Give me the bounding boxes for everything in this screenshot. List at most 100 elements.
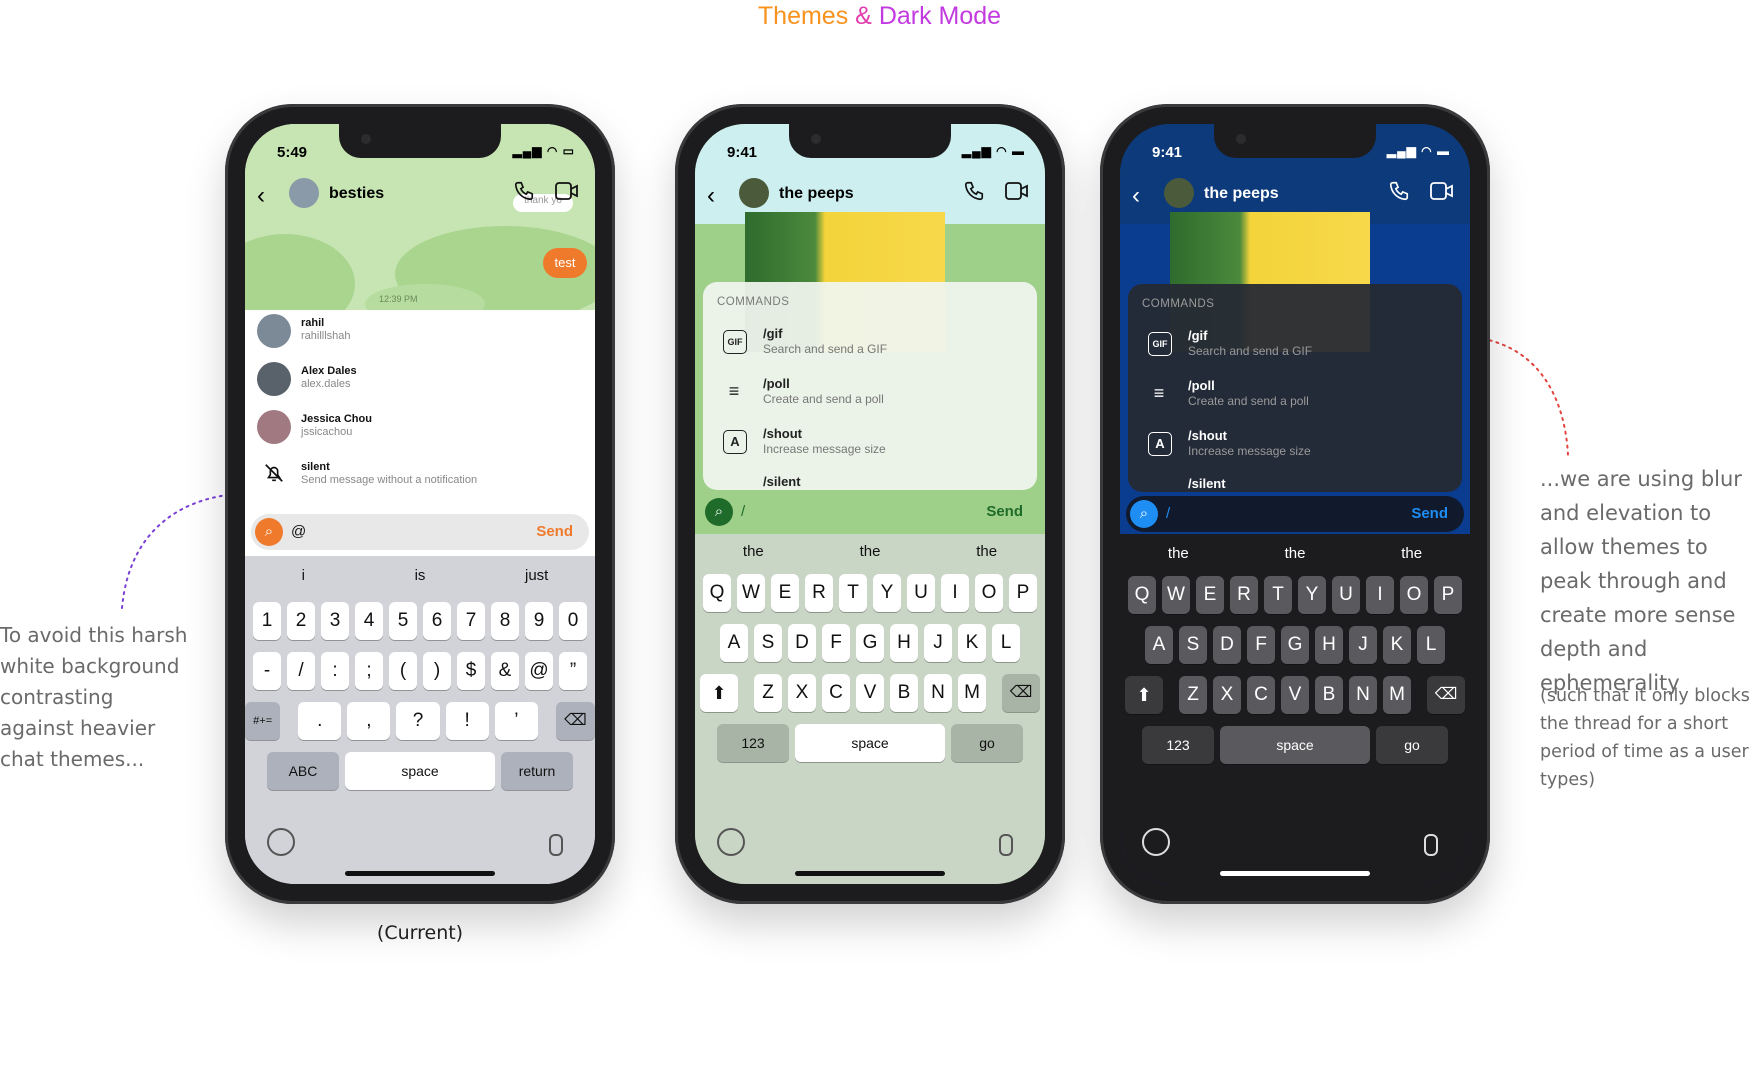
suggestion[interactable]: i <box>245 558 362 594</box>
group-avatar[interactable] <box>1164 178 1194 208</box>
send-button[interactable]: Send <box>986 503 1023 520</box>
key[interactable]: , <box>347 702 391 740</box>
key[interactable]: X <box>788 674 816 712</box>
command-shout[interactable]: A /shout Increase message size <box>717 422 1017 466</box>
key[interactable]: 5 <box>389 602 417 640</box>
key[interactable]: V <box>856 674 884 712</box>
key[interactable]: L <box>1417 626 1445 664</box>
message-bubble[interactable]: test <box>543 248 587 278</box>
key[interactable]: I <box>941 574 969 612</box>
key[interactable]: B <box>890 674 918 712</box>
delete-icon[interactable]: ⌫ <box>1427 676 1465 714</box>
group-avatar[interactable] <box>739 178 769 208</box>
numbers-key[interactable]: 123 <box>1142 726 1214 764</box>
chat-name[interactable]: the peeps <box>779 185 854 203</box>
key[interactable]: I <box>1366 576 1394 614</box>
microphone-icon[interactable] <box>999 834 1013 856</box>
key[interactable]: F <box>822 624 850 662</box>
input-text[interactable]: / <box>1166 505 1170 522</box>
shift-icon[interactable]: ⬆ <box>700 674 738 712</box>
video-icon[interactable] <box>1430 180 1454 202</box>
key[interactable]: 9 <box>525 602 553 640</box>
key[interactable]: A <box>720 624 748 662</box>
key[interactable]: C <box>1247 676 1275 714</box>
key[interactable]: L <box>992 624 1020 662</box>
key[interactable]: 8 <box>491 602 519 640</box>
command-poll[interactable]: ≡ /poll Create and send a poll <box>1142 374 1442 418</box>
group-avatar[interactable] <box>289 178 319 208</box>
key[interactable]: W <box>1162 576 1190 614</box>
mention-item[interactable]: rahil rahilllshah <box>257 310 587 356</box>
delete-icon[interactable]: ⌫ <box>555 702 595 740</box>
key[interactable]: D <box>788 624 816 662</box>
key[interactable]: M <box>1383 676 1411 714</box>
key[interactable]: G <box>856 624 884 662</box>
key[interactable]: ” <box>559 652 587 690</box>
key[interactable]: Y <box>873 574 901 612</box>
key[interactable]: O <box>975 574 1003 612</box>
key[interactable]: Z <box>1179 676 1207 714</box>
key[interactable]: 3 <box>321 602 349 640</box>
key[interactable]: G <box>1281 626 1309 664</box>
key[interactable]: R <box>1230 576 1258 614</box>
phone-icon[interactable] <box>963 180 985 202</box>
key[interactable]: Y <box>1298 576 1326 614</box>
key[interactable]: $ <box>457 652 485 690</box>
key[interactable]: C <box>822 674 850 712</box>
microphone-icon[interactable] <box>1424 834 1438 856</box>
key[interactable]: @ <box>525 652 553 690</box>
key[interactable]: B <box>1315 676 1343 714</box>
suggestion[interactable]: the <box>1120 536 1237 572</box>
command-silent[interactable]: /silent <box>1142 472 1442 492</box>
key[interactable]: N <box>924 674 952 712</box>
key[interactable]: P <box>1434 576 1462 614</box>
command-shout[interactable]: A /shout Increase message size <box>1142 424 1442 468</box>
return-key[interactable]: return <box>501 752 573 790</box>
key[interactable]: ! <box>445 702 489 740</box>
key[interactable]: E <box>1196 576 1224 614</box>
key[interactable]: Q <box>703 574 731 612</box>
key[interactable]: H <box>890 624 918 662</box>
key[interactable]: 6 <box>423 602 451 640</box>
suggestion[interactable]: is <box>362 558 479 594</box>
key[interactable]: W <box>737 574 765 612</box>
command-gif[interactable]: GIF /gif Search and send a GIF <box>717 322 1017 366</box>
command-gif[interactable]: GIF /gif Search and send a GIF <box>1142 324 1442 368</box>
delete-icon[interactable]: ⌫ <box>1002 674 1040 712</box>
key[interactable]: S <box>1179 626 1207 664</box>
key[interactable]: ( <box>389 652 417 690</box>
key[interactable]: J <box>1349 626 1377 664</box>
back-icon[interactable]: ‹ <box>257 182 265 210</box>
suggestion[interactable]: the <box>928 534 1045 570</box>
key[interactable]: N <box>1349 676 1377 714</box>
key[interactable]: O <box>1400 576 1428 614</box>
search-icon[interactable]: ⌕ <box>1130 500 1158 528</box>
search-icon[interactable]: ⌕ <box>255 518 283 546</box>
video-icon[interactable] <box>1005 180 1029 202</box>
key[interactable]: / <box>287 652 315 690</box>
emoji-icon[interactable] <box>717 828 745 856</box>
key[interactable]: 1 <box>253 602 281 640</box>
command-poll[interactable]: ≡ /poll Create and send a poll <box>717 372 1017 416</box>
key[interactable]: J <box>924 624 952 662</box>
key[interactable]: F <box>1247 626 1275 664</box>
key[interactable]: . <box>298 702 342 740</box>
key[interactable]: 4 <box>355 602 383 640</box>
key[interactable]: Q <box>1128 576 1156 614</box>
message-input[interactable]: ⌕ / Send <box>701 494 1039 530</box>
input-text[interactable]: / <box>741 503 745 520</box>
key[interactable]: T <box>839 574 867 612</box>
key[interactable]: ; <box>355 652 383 690</box>
search-icon[interactable]: ⌕ <box>705 498 733 526</box>
numbers-key[interactable]: 123 <box>717 724 789 762</box>
key[interactable]: P <box>1009 574 1037 612</box>
send-button[interactable]: Send <box>1411 505 1448 522</box>
shift-icon[interactable]: ⬆ <box>1125 676 1163 714</box>
mention-item[interactable]: Alex Dales alex.dales <box>257 358 587 404</box>
phone-icon[interactable] <box>513 180 535 202</box>
key[interactable]: K <box>958 624 986 662</box>
key[interactable]: E <box>771 574 799 612</box>
chat-name[interactable]: the peeps <box>1204 185 1279 203</box>
key[interactable]: ? <box>396 702 440 740</box>
space-key[interactable]: space <box>795 724 945 762</box>
